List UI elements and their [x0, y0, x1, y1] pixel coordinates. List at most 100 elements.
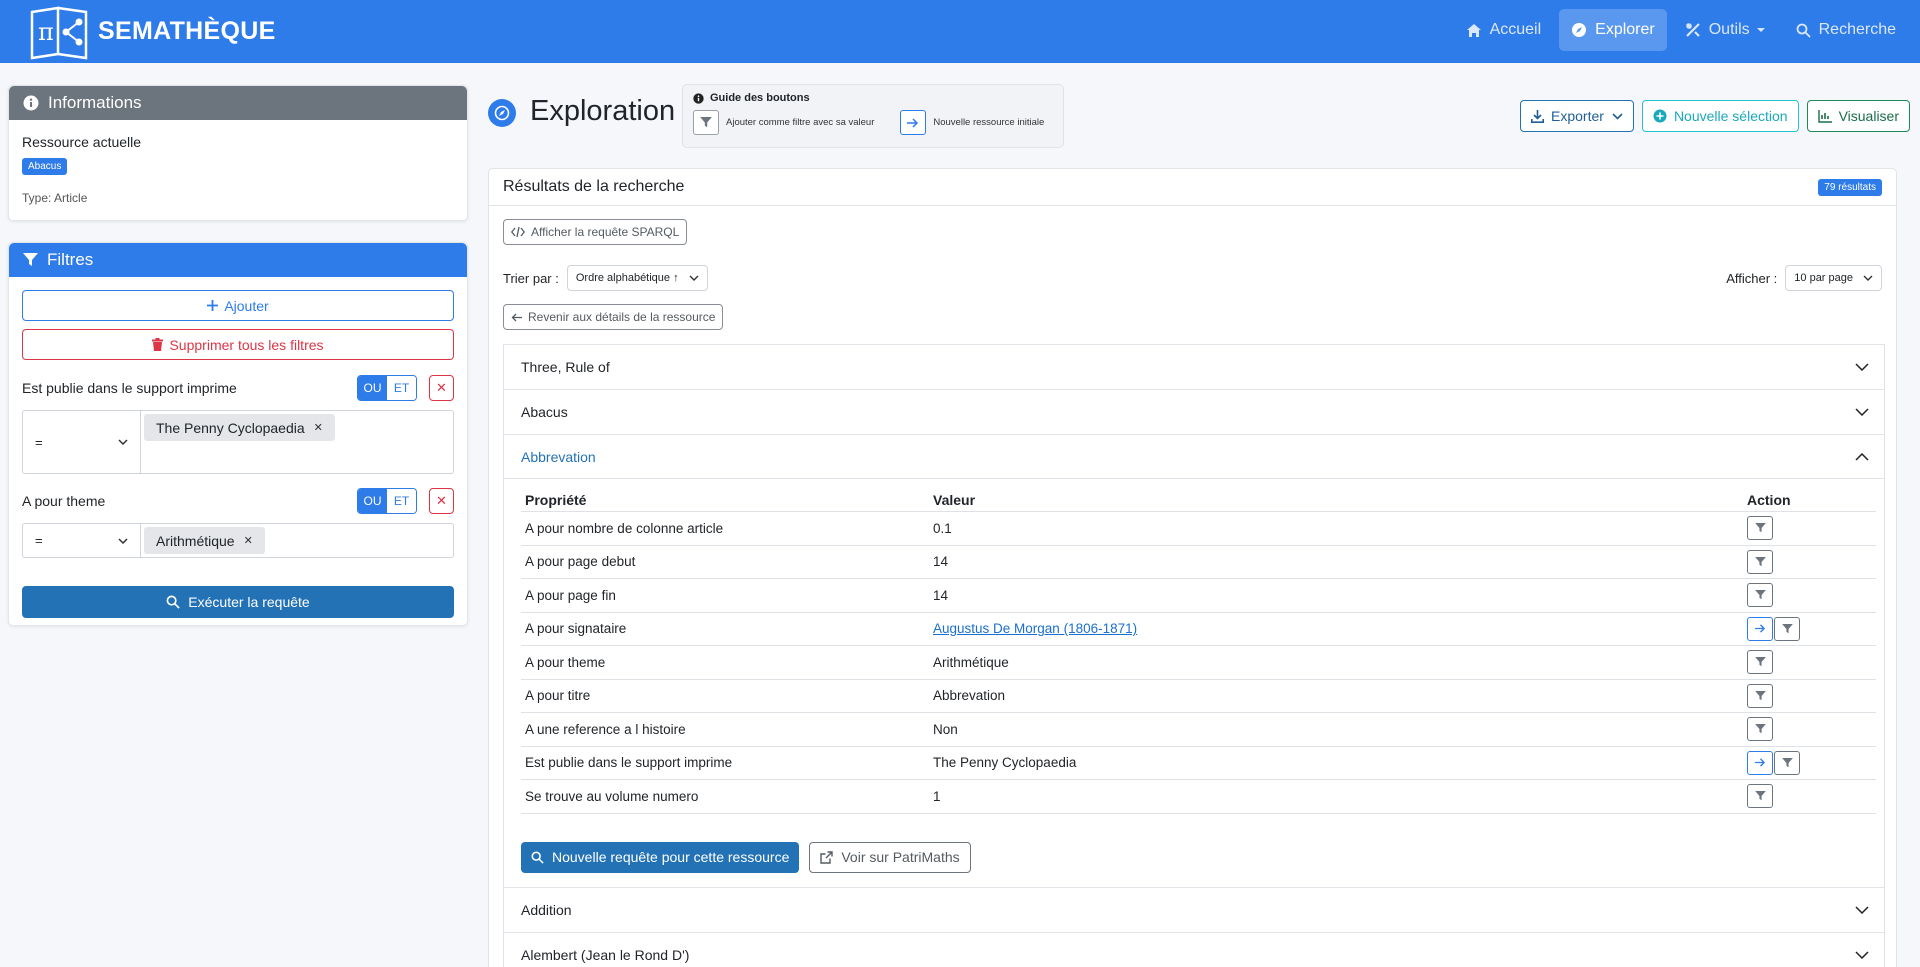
navigate-resource-button[interactable]: [1747, 750, 1773, 775]
guide-arrow-text: Nouvelle ressource initiale: [933, 117, 1045, 128]
result-item-label: Abbrevation: [521, 448, 596, 465]
sort-select[interactable]: Ordre alphabétique ↑: [566, 265, 708, 291]
add-filter-value-button[interactable]: [1747, 549, 1773, 574]
add-filter-value-button[interactable]: [1747, 784, 1773, 809]
filter-values-input[interactable]: Arithmétique ✕: [141, 524, 453, 557]
search-icon: [531, 851, 544, 864]
new-query-button[interactable]: Nouvelle requête pour cette ressource: [521, 841, 800, 873]
chevron-down-icon: [118, 537, 128, 544]
sort-label: Trier par :: [503, 270, 559, 286]
current-resource-badge: Abacus: [22, 158, 68, 175]
per-page-select[interactable]: 10 par page: [1785, 265, 1882, 291]
or-toggle-button[interactable]: OU: [358, 376, 387, 400]
nav-home[interactable]: Accueil: [1454, 9, 1554, 51]
close-icon: ✕: [436, 380, 447, 395]
compass-icon: [1572, 23, 1587, 37]
value-cell-text: 1: [933, 788, 941, 804]
funnel-icon: [1781, 757, 1793, 768]
action-cell: [1743, 578, 1876, 613]
compass-icon: [488, 99, 516, 127]
delete-all-filters-label: Supprimer tous les filtres: [169, 336, 324, 353]
result-item-header[interactable]: Abacus: [504, 390, 1884, 434]
filter-values-input[interactable]: The Penny Cyclopaedia ✕: [141, 411, 453, 473]
execute-query-label: Exécuter la requête: [188, 594, 310, 610]
filters-panel-title: Filtres: [47, 250, 94, 269]
result-item: Abacus: [504, 390, 1884, 435]
value-cell-text: Arithmétique: [933, 654, 1009, 670]
or-toggle-button[interactable]: OU: [358, 489, 387, 513]
funnel-icon: [23, 253, 38, 266]
navigate-resource-button[interactable]: [1747, 616, 1773, 641]
chip-remove-icon[interactable]: ✕: [244, 534, 253, 547]
remove-filter-button[interactable]: ✕: [429, 375, 454, 401]
chevron-down-icon: [689, 275, 699, 281]
add-filter-value-button[interactable]: [1747, 516, 1773, 541]
property-cell: A pour page fin: [521, 578, 929, 613]
trash-icon: [152, 338, 164, 351]
nav-home-label: Accueil: [1489, 21, 1542, 38]
add-filter-button[interactable]: Ajouter: [22, 290, 454, 321]
page-title: Exploration: [530, 95, 676, 127]
nav-explore[interactable]: Explorer: [1559, 9, 1667, 51]
chevron-down-icon: [1863, 275, 1873, 281]
nav-tools[interactable]: Outils: [1673, 9, 1778, 51]
filter-value-chip: Arithmétique ✕: [144, 527, 265, 554]
chip-label: The Penny Cyclopaedia: [156, 419, 305, 436]
delete-all-filters-button[interactable]: Supprimer tous les filtres: [22, 329, 454, 360]
and-toggle-button[interactable]: ET: [387, 489, 416, 513]
funnel-icon: [1754, 556, 1766, 567]
action-cell: [1743, 712, 1876, 747]
info-panel: Informations Ressource actuelle Abacus T…: [8, 85, 468, 221]
chip-remove-icon[interactable]: ✕: [314, 421, 323, 434]
result-item-label: Three, Rule of: [521, 359, 610, 375]
action-cell: [1743, 612, 1876, 646]
funnel-icon: [1754, 724, 1766, 734]
result-item-header[interactable]: Addition: [504, 887, 1884, 932]
back-to-details-button[interactable]: Revenir aux détails de la ressource: [503, 304, 724, 330]
table-row: A pour page debut 14: [521, 545, 1876, 579]
nav-search[interactable]: Recherche: [1784, 9, 1908, 51]
export-button[interactable]: Exporter: [1520, 100, 1634, 132]
add-filter-value-button[interactable]: [1774, 616, 1800, 641]
property-cell: A pour theme: [521, 645, 929, 680]
and-toggle-button[interactable]: ET: [387, 376, 416, 400]
sort-value: Ordre alphabétique ↑: [575, 272, 679, 284]
result-item-expanded: Abbrevation Propriété Valeur Action A po…: [504, 435, 1884, 888]
show-sparql-button[interactable]: Afficher la requête SPARQL: [503, 219, 688, 245]
action-cell: [1743, 779, 1876, 814]
visualize-button[interactable]: Visualiser: [1806, 100, 1910, 132]
add-filter-value-button[interactable]: [1747, 650, 1773, 675]
new-selection-button[interactable]: Nouvelle sélection: [1641, 100, 1799, 132]
execute-query-button[interactable]: Exécuter la requête: [22, 586, 454, 618]
table-row: A une reference a l histoire Non: [521, 712, 1876, 747]
operator-select[interactable]: =: [23, 411, 141, 473]
view-patrimaths-button[interactable]: Voir sur PatriMaths: [809, 841, 971, 873]
info-icon: [693, 92, 704, 104]
remove-filter-button[interactable]: ✕: [429, 488, 454, 514]
results-accordion: Three, Rule of Abacus Abbrevation Propri…: [503, 344, 1885, 967]
search-icon: [166, 595, 180, 609]
top-navbar: π SEMATHÈQUE Accueil Explorer Outils Rec…: [0, 0, 1920, 63]
value-cell-text: 14: [933, 587, 949, 603]
add-filter-value-button[interactable]: [1747, 683, 1773, 708]
result-item-header[interactable]: Three, Rule of: [504, 345, 1884, 389]
table-row: A pour titre Abbrevation: [521, 679, 1876, 713]
svg-text:π: π: [38, 18, 54, 46]
property-cell: A pour page debut: [521, 545, 929, 579]
funnel-icon: [1754, 590, 1766, 600]
add-filter-value-button[interactable]: [1747, 583, 1773, 608]
add-filter-value-button[interactable]: [1774, 750, 1800, 775]
value-link[interactable]: Augustus De Morgan (1806-1871): [933, 621, 1137, 636]
operator-value: =: [35, 533, 43, 548]
operator-select[interactable]: =: [23, 524, 141, 557]
external-link-icon: [820, 850, 834, 864]
chart-icon: [1817, 109, 1832, 123]
add-filter-value-button[interactable]: [1747, 717, 1773, 742]
value-cell: Augustus De Morgan (1806-1871): [929, 612, 1743, 646]
result-item-header[interactable]: Alembert (Jean le Rond D'): [504, 932, 1884, 967]
property-cell: A pour signataire: [521, 612, 929, 646]
value-cell: Arithmétique: [929, 645, 1743, 680]
brand[interactable]: π SEMATHÈQUE: [28, 4, 276, 60]
result-item-header[interactable]: Abbrevation: [504, 435, 1884, 479]
action-column-header: Action: [1743, 487, 1876, 512]
